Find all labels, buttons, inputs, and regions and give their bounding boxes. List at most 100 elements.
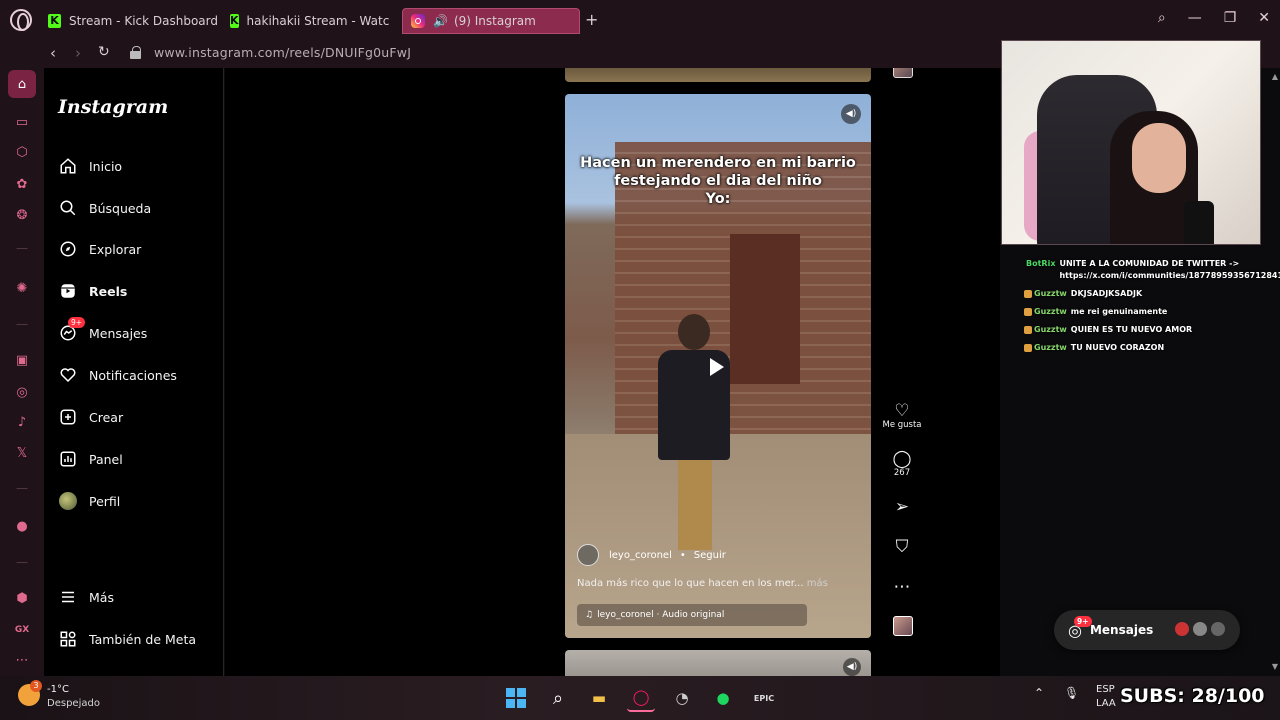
close-icon[interactable]: ✕	[1258, 10, 1270, 26]
like-button[interactable]: ♡ Me gusta	[882, 402, 922, 430]
new-tab-button[interactable]: +	[585, 10, 598, 29]
chat-message: Guzztw QUIEN ES TU NUEVO AMOR	[1024, 324, 1274, 336]
audio-link[interactable]: ♫ leyo_coronel · Audio original	[577, 604, 807, 626]
tab-kick-dashboard[interactable]: K Stream - Kick Dashboard	[48, 8, 218, 34]
tiktok-icon[interactable]: ♪	[12, 412, 32, 432]
chat-message: Guzztw TU NUEVO CORAZON	[1024, 342, 1274, 354]
subs-goal: SUBS: 28/100	[1120, 685, 1265, 707]
home-icon	[58, 156, 78, 176]
file-explorer-icon[interactable]: ▬	[585, 684, 613, 712]
audio-thumbnail[interactable]	[893, 616, 913, 636]
more-link[interactable]: más	[807, 578, 828, 589]
lock-icon[interactable]	[130, 46, 141, 59]
volume-icon[interactable]: ◀)	[843, 658, 861, 676]
options-button[interactable]: ⋯	[882, 578, 922, 596]
kick-icon: K	[230, 14, 239, 28]
comment-button[interactable]: ◯ 267	[882, 450, 922, 478]
microphone	[1184, 201, 1214, 244]
weather-temp[interactable]: -1°C	[47, 684, 69, 695]
language-indicator[interactable]: ESP	[1096, 684, 1115, 695]
x-icon[interactable]: 𝕏	[12, 443, 32, 463]
nav-crear[interactable]: Crear	[58, 404, 123, 430]
save-button[interactable]: ⛉	[882, 538, 922, 556]
username[interactable]: leyo_coronel	[609, 550, 672, 561]
nav-explorar[interactable]: Explorar	[58, 236, 141, 262]
plus-square-icon	[58, 407, 78, 427]
nav-notificaciones[interactable]: Notificaciones	[58, 362, 177, 388]
messages-pill[interactable]: ◎ 9+ Mensajes	[1054, 610, 1240, 650]
opera-gx-icon[interactable]: ◯	[627, 684, 655, 712]
nav-perfil[interactable]: Perfil	[58, 488, 120, 514]
share-button[interactable]: ➢	[882, 498, 922, 516]
chevron-up-icon[interactable]: ⌃	[1034, 686, 1044, 700]
opera-logo-icon[interactable]	[10, 9, 32, 31]
twitch-icon[interactable]: ▣	[12, 350, 32, 370]
messenger-icon: 9+	[58, 317, 86, 343]
reels-feed: Hacen un merendero en mi barrio festejan…	[225, 68, 1000, 676]
avatar	[1192, 621, 1208, 637]
record-icon[interactable]: ●	[12, 516, 32, 536]
nav-panel[interactable]: Panel	[58, 446, 123, 472]
speaker-icon[interactable]: 🔊	[433, 14, 448, 28]
chart-icon	[58, 449, 78, 469]
nav-tambien-de-meta[interactable]: También de Meta	[58, 626, 196, 652]
start-button[interactable]	[502, 684, 530, 712]
heart-icon: ♡	[894, 401, 910, 421]
chat-message: Guzztw me rei genuinamente	[1024, 306, 1274, 318]
nav-busqueda[interactable]: Búsqueda	[58, 195, 151, 221]
reel-video[interactable]: Hacen un merendero en mi barrio festejan…	[565, 94, 871, 638]
windows-icon	[506, 688, 526, 708]
nav-mensajes[interactable]: 9+ Mensajes	[58, 317, 147, 346]
gx-icon[interactable]: GX	[12, 620, 32, 640]
previous-reel[interactable]	[565, 68, 871, 82]
volume-icon[interactable]: ◀)	[841, 104, 861, 124]
gamepad-icon[interactable]: ▭	[12, 112, 32, 132]
nav-reels[interactable]: Reels	[58, 278, 127, 304]
instagram-icon[interactable]: ◎	[12, 382, 32, 402]
keyboard-layout[interactable]: LAA	[1096, 698, 1116, 709]
nav-mas[interactable]: Más	[58, 584, 114, 610]
reel-caption: Hacen un merendero en mi barrio festejan…	[580, 155, 856, 207]
search-icon[interactable]: ⌕	[544, 684, 572, 712]
sub-badge-icon	[1024, 344, 1032, 352]
divider: —	[16, 555, 28, 569]
scroll-down-icon[interactable]: ▼	[1272, 662, 1278, 671]
sub-badge-icon	[1024, 290, 1032, 298]
avatar[interactable]	[577, 544, 599, 566]
reload-icon[interactable]: ↻	[98, 44, 110, 60]
notification-badge: 9+	[1074, 616, 1092, 627]
search-icon[interactable]: ⌕	[1158, 10, 1166, 26]
follow-button[interactable]: Seguir	[694, 550, 726, 561]
music-note-icon: ♫	[585, 610, 594, 620]
divider: —	[16, 241, 28, 255]
openai-icon[interactable]: ✺	[12, 278, 32, 298]
app-icon[interactable]: ◔	[668, 684, 696, 712]
minimize-icon[interactable]: —	[1188, 10, 1202, 26]
microphone-icon[interactable]: 🎙	[1064, 686, 1079, 700]
shield-icon[interactable]: ⬢	[12, 588, 32, 608]
back-icon[interactable]: ‹	[50, 44, 56, 62]
opera-sidebar: ⌂ ▭ ⬡ ✿ ❂ — ✺ — ▣ ◎ ♪ 𝕏 — ● — ⬢ GX ⋯	[0, 68, 44, 676]
forward-icon[interactable]: ›	[75, 44, 81, 62]
maximize-icon[interactable]: ❐	[1224, 10, 1237, 26]
next-reel[interactable]: ◀)	[565, 650, 871, 676]
scroll-up-icon[interactable]: ▲	[1272, 72, 1278, 81]
instagram-logo[interactable]: Instagram	[58, 96, 168, 118]
tab-kick-watch[interactable]: K hakihakii Stream - Watch	[230, 8, 390, 34]
url-field[interactable]: www.instagram.com/reels/DNUIFg0uFwJ	[154, 45, 411, 60]
tab-instagram[interactable]: 🔊 (9) Instagram	[402, 8, 580, 34]
audio-thumbnail[interactable]	[893, 68, 913, 78]
more-icon[interactable]: ⋯	[12, 650, 32, 670]
weather-desc[interactable]: Despejado	[47, 698, 100, 709]
reels-icon	[58, 281, 78, 301]
chatgpt-icon[interactable]: ✿	[12, 174, 32, 194]
ai-icon[interactable]: ❂	[12, 205, 32, 225]
play-icon[interactable]	[710, 358, 724, 376]
home-icon[interactable]: ⌂	[8, 70, 36, 98]
epic-games-icon[interactable]: EPIC	[750, 684, 778, 712]
spotify-icon[interactable]: ●	[709, 684, 737, 712]
search-icon	[58, 198, 78, 218]
stream-chat: BotRix UNITE A LA COMUNIDAD DE TWITTER -…	[1024, 258, 1280, 360]
nav-inicio[interactable]: Inicio	[58, 153, 122, 179]
aria-icon[interactable]: ⬡	[12, 142, 32, 162]
